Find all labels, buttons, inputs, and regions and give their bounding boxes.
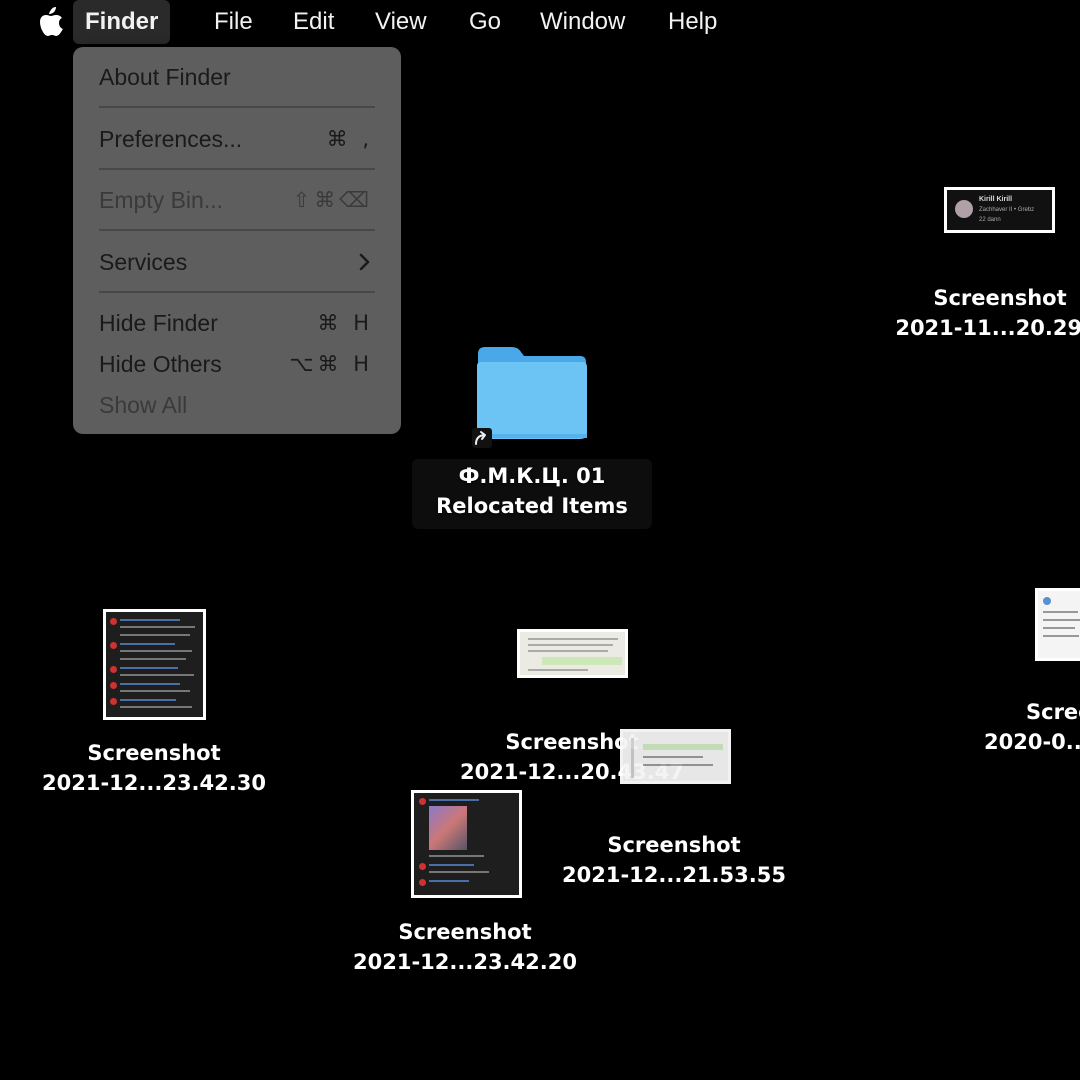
file-label-line1: Screenshot	[398, 920, 532, 944]
folder-label-line1: Ф.М.К.Ц. 01	[458, 464, 606, 488]
file-label: Screenshot 2021-12...23.42.30	[34, 738, 274, 798]
menu-separator	[99, 291, 375, 293]
file-label: Screenshot 2021-12...23.42.20	[345, 917, 585, 977]
screenshot-thumbnail: Kirill Kirill Zachhaver II • Grebz 22 da…	[944, 187, 1055, 233]
menu-item-label: Empty Bin...	[99, 187, 223, 213]
menu-item-label: Hide Others	[99, 351, 222, 377]
file-label: Screenshot 2021-12...21.53.55	[554, 830, 794, 890]
file-label-line1: Screenshot	[933, 286, 1067, 310]
menu-item-label: Show All	[99, 392, 188, 418]
menu-finder[interactable]: Finder	[73, 0, 171, 44]
file-label-line2: 2021-12...21.53.55	[562, 863, 786, 887]
menu-bar: Finder File Edit View Go Window Help	[0, 0, 1080, 44]
alias-arrow-icon	[472, 428, 492, 448]
screenshot-thumbnail	[103, 609, 206, 720]
shortcut-label: ⇧⌘⌫	[292, 188, 373, 212]
menu-view[interactable]: View	[363, 0, 439, 44]
menu-edit[interactable]: Edit	[281, 0, 346, 44]
menu-go[interactable]: Go	[457, 0, 513, 44]
file-label-line1: Screenshot	[87, 741, 221, 765]
menu-item-label: Preferences...	[99, 126, 243, 152]
menu-separator	[99, 229, 375, 231]
avatar	[955, 200, 973, 218]
menu-item-hide-others[interactable]: Hide Others ⌥⌘ H	[99, 346, 373, 382]
shortcut-label: ⌘ H	[317, 311, 373, 335]
menu-item-label: Services	[99, 249, 188, 275]
menu-item-about-finder[interactable]: About Finder	[99, 59, 373, 95]
photo-preview	[429, 806, 467, 850]
screenshot-thumbnail	[517, 629, 628, 678]
menu-window[interactable]: Window	[528, 0, 637, 44]
finder-menu-dropdown: About Finder Preferences... ⌘ , Empty Bi…	[73, 47, 401, 434]
file-label-line2: 2021-11...20.29.5	[895, 316, 1080, 340]
thumbnail-subtitle: Zachhaver II • Grebz	[979, 207, 1035, 213]
file-label-line1: Scree	[1026, 700, 1080, 724]
menu-separator	[99, 168, 375, 170]
menu-item-services[interactable]: Services	[99, 244, 373, 280]
menu-item-empty-bin: Empty Bin... ⇧⌘⌫	[99, 182, 373, 218]
chevron-right-icon	[359, 253, 370, 271]
thumbnail-time: 22 dann	[979, 217, 1001, 223]
file-label-line1: Screenshot	[607, 833, 741, 857]
screenshot-thumbnail	[1035, 588, 1080, 661]
thumbnail-name: Kirill Kirill	[979, 196, 1013, 203]
screenshot-thumbnail	[411, 790, 522, 898]
file-label-line2: 2021-12...23.42.30	[42, 771, 266, 795]
menu-separator	[99, 106, 375, 108]
file-label-line2: 2021-12...23.42.20	[353, 950, 577, 974]
menu-item-preferences[interactable]: Preferences... ⌘ ,	[99, 121, 373, 157]
shortcut-label: ⌥⌘ H	[289, 352, 373, 376]
menu-item-label: About Finder	[99, 64, 231, 90]
folder-label: Ф.М.К.Ц. 01 Relocated Items	[412, 459, 652, 529]
menu-file[interactable]: File	[202, 0, 265, 44]
menu-item-show-all: Show All	[99, 387, 373, 423]
apple-logo-icon[interactable]	[36, 6, 64, 38]
menu-item-label: Hide Finder	[99, 310, 218, 336]
menu-help[interactable]: Help	[656, 0, 729, 44]
screenshot-thumbnail	[620, 729, 731, 784]
file-label: Scree 2020-0...	[984, 697, 1080, 757]
folder-label-line2: Relocated Items	[436, 494, 628, 518]
menu-item-hide-finder[interactable]: Hide Finder ⌘ H	[99, 305, 373, 341]
file-label: Screenshot 2021-11...20.29.5	[880, 283, 1080, 343]
shortcut-label: ⌘ ,	[326, 127, 373, 151]
file-label-line2: 2020-0...	[984, 730, 1080, 754]
